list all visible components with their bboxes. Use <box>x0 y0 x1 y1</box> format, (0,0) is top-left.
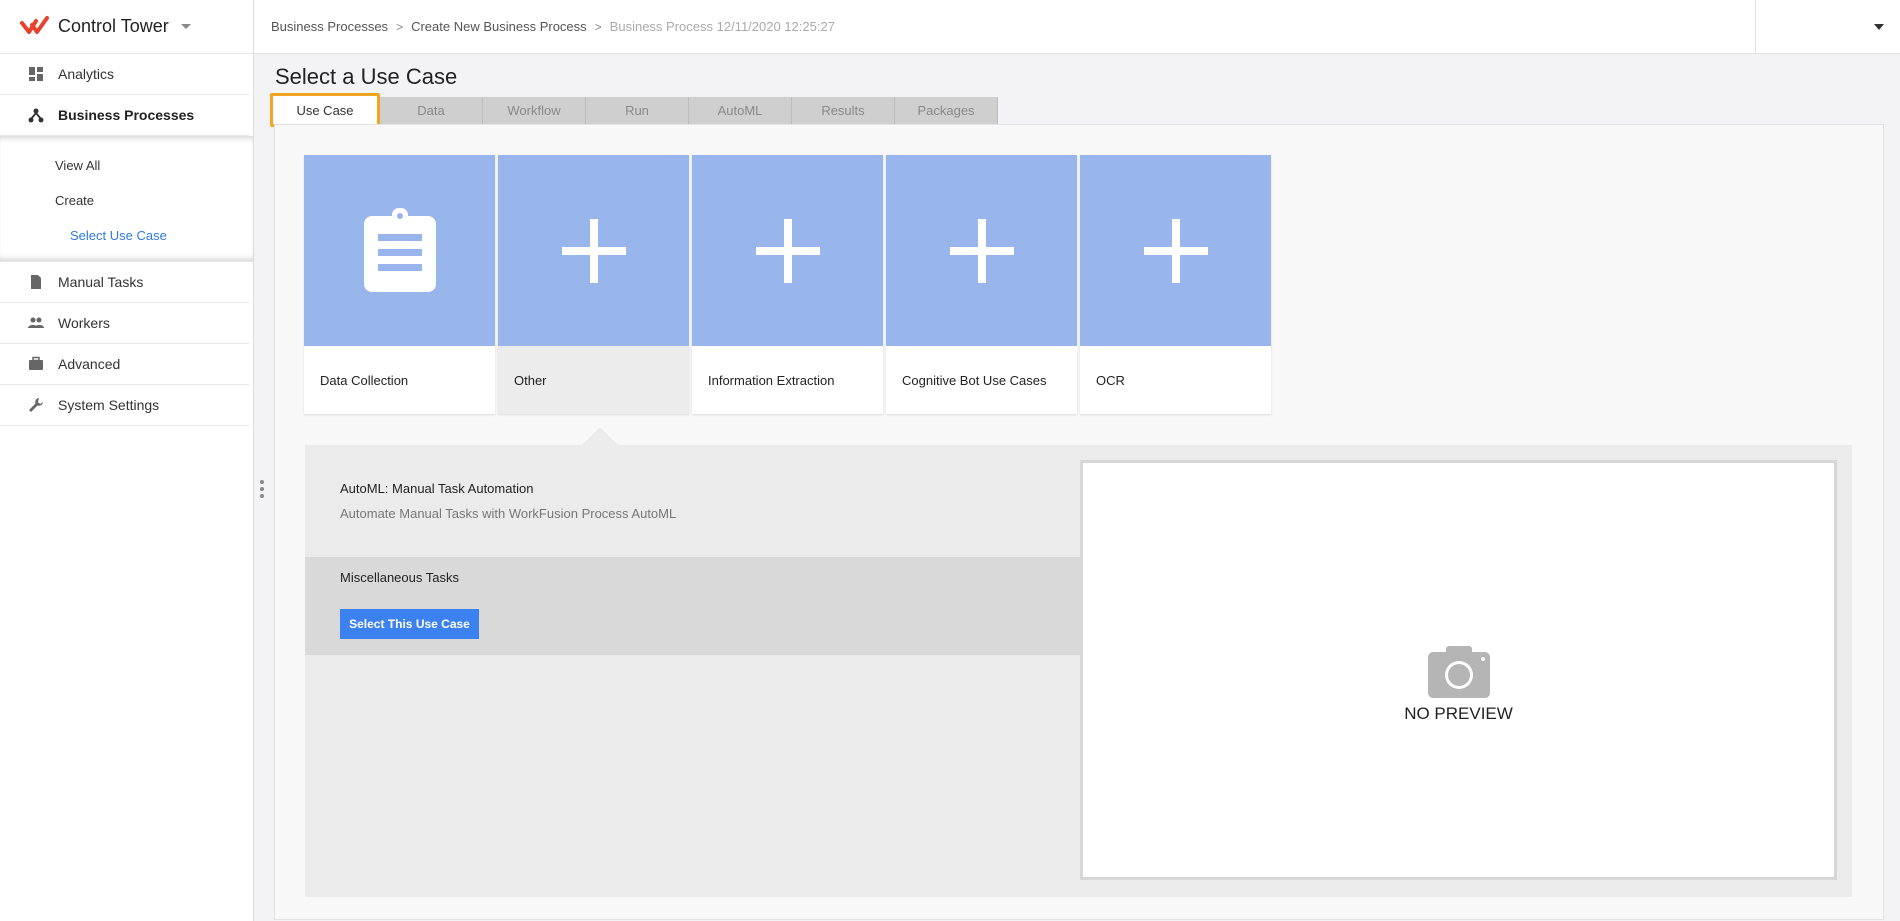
card-label: Other <box>498 346 689 414</box>
sidebar-item-analytics[interactable]: Analytics <box>0 54 249 95</box>
app-name: Control Tower <box>58 16 169 36</box>
people-icon <box>28 317 44 328</box>
card-image <box>692 155 883 346</box>
breadcrumb-create-new-business-process[interactable]: Create New Business Process <box>411 19 587 34</box>
tab-run[interactable]: Run <box>586 97 689 124</box>
use-case-item-selected[interactable]: Miscellaneous Tasks Select This Use Case <box>305 557 1080 655</box>
clipboard-icon <box>363 207 436 292</box>
card-label: OCR <box>1096 372 1125 388</box>
details-pointer <box>582 427 618 445</box>
page-title: Select a Use Case <box>275 64 458 89</box>
briefcase-icon <box>29 356 43 370</box>
card-ocr[interactable]: OCR <box>1080 155 1271 414</box>
preview-panel: NO PREVIEW <box>1080 460 1837 880</box>
card-image <box>886 155 1077 346</box>
user-menu-dropdown[interactable] <box>1755 0 1900 54</box>
sidebar-item-system-settings[interactable]: System Settings <box>0 385 249 426</box>
plus-icon <box>755 218 820 283</box>
sidebar-item-business-processes[interactable]: Business Processes <box>0 95 249 136</box>
card-label: Information Extraction <box>708 372 835 388</box>
subnav-create[interactable]: Create <box>0 183 253 218</box>
tab-automl[interactable]: AutoML <box>689 97 792 124</box>
use-case-item[interactable]: AutoML: Manual Task Automation Automate … <box>340 481 676 521</box>
tab-workflow[interactable]: Workflow <box>483 97 586 124</box>
topbar: Business Processes > Create New Business… <box>254 0 1900 54</box>
use-case-description: Automate Manual Tasks with WorkFusion Pr… <box>340 506 677 521</box>
plus-icon <box>1143 218 1208 283</box>
breadcrumb-current-process: Business Process 12/11/2020 12:25:27 <box>609 19 835 34</box>
use-case-cards: Data Collection Other Information Extrac… <box>304 155 1271 414</box>
card-label: Data Collection <box>320 372 409 388</box>
subnav-view-all[interactable]: View All <box>0 148 253 183</box>
sidebar-item-label: System Settings <box>58 397 160 413</box>
use-case-title: Miscellaneous Tasks <box>340 570 459 585</box>
no-preview-label: NO PREVIEW <box>1404 704 1513 723</box>
tab-data[interactable]: Data <box>380 97 483 124</box>
wizard-tabs: Use Case Data Workflow Run AutoML Result… <box>270 93 998 127</box>
subnav-select-use-case[interactable]: Select Use Case <box>0 218 253 253</box>
sidebar: Control Tower Analytics Business Process… <box>0 0 254 921</box>
hierarchy-icon <box>28 108 44 123</box>
card-image <box>1080 155 1271 346</box>
card-image <box>498 155 689 346</box>
card-image <box>304 155 495 346</box>
card-data-collection[interactable]: Data Collection <box>304 155 495 414</box>
chevron-down-icon <box>1874 23 1884 30</box>
app-switcher[interactable]: Control Tower <box>0 0 253 54</box>
camera-icon <box>1427 646 1490 698</box>
document-icon <box>31 275 41 289</box>
chevron-right-icon: > <box>396 19 404 34</box>
tab-results[interactable]: Results <box>792 97 895 124</box>
use-case-title: AutoML: Manual Task Automation <box>340 481 534 496</box>
card-cognitive-bot-use-cases[interactable]: Cognitive Bot Use Cases <box>886 155 1077 414</box>
plus-icon <box>561 218 626 283</box>
sidebar-item-label: Manual Tasks <box>58 274 144 290</box>
dashboard-icon <box>29 67 43 81</box>
card-other[interactable]: Other <box>498 155 689 414</box>
tab-packages[interactable]: Packages <box>895 97 998 124</box>
sidebar-item-label: Business Processes <box>58 107 195 123</box>
sidebar-item-workers[interactable]: Workers <box>0 303 249 344</box>
plus-icon <box>949 218 1014 283</box>
chevron-right-icon: > <box>594 19 602 34</box>
sidebar-resize-handle[interactable] <box>260 480 266 498</box>
workfusion-logo-icon <box>20 15 49 34</box>
select-use-case-button[interactable]: Select This Use Case <box>340 609 479 639</box>
business-processes-subnav: View All Create Select Use Case <box>0 136 253 262</box>
sidebar-item-label: Advanced <box>58 356 121 372</box>
wrench-icon <box>29 398 43 412</box>
tab-use-case[interactable]: Use Case <box>270 93 380 127</box>
breadcrumb-business-processes[interactable]: Business Processes <box>271 19 388 34</box>
card-information-extraction[interactable]: Information Extraction <box>692 155 883 414</box>
sidebar-item-label: Analytics <box>58 66 115 82</box>
sidebar-item-manual-tasks[interactable]: Manual Tasks <box>0 262 249 303</box>
card-label: Cognitive Bot Use Cases <box>902 372 1047 388</box>
breadcrumb: Business Processes > Create New Business… <box>254 19 1755 34</box>
sidebar-item-label: Workers <box>58 315 110 331</box>
chevron-down-icon <box>180 24 191 29</box>
sidebar-item-advanced[interactable]: Advanced <box>0 344 249 385</box>
